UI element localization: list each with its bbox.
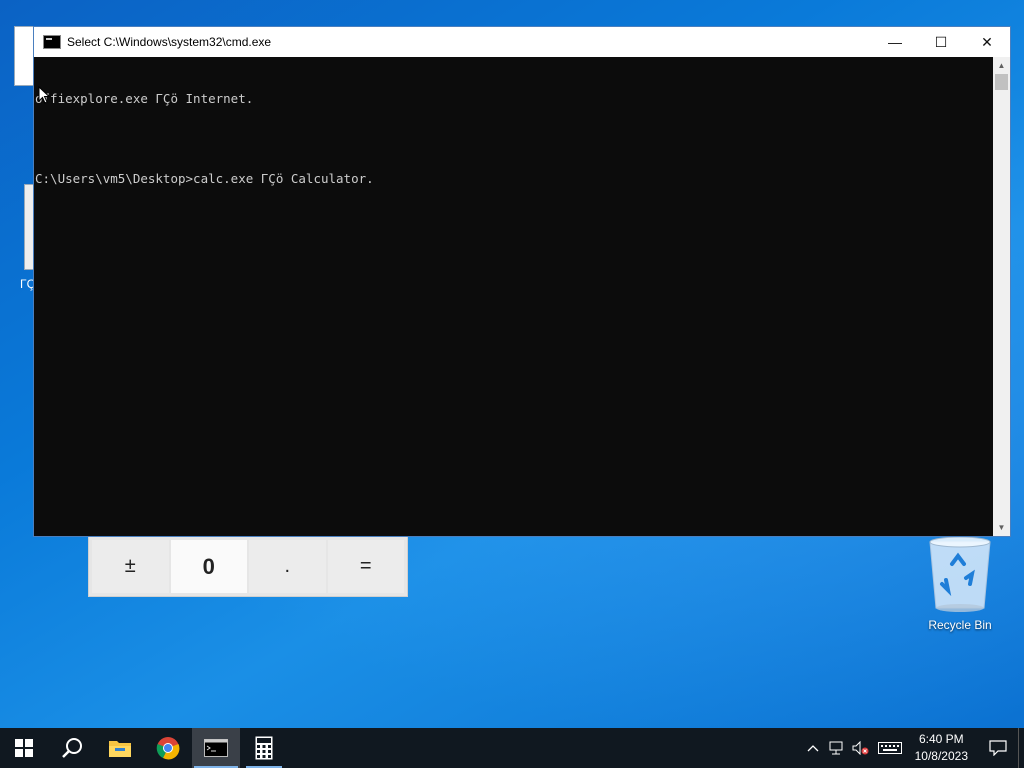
calc-decimal-button[interactable]: . bbox=[249, 540, 326, 593]
window-title: Select C:\Windows\system32\cmd.exe bbox=[67, 35, 272, 49]
scroll-down-icon[interactable]: ▼ bbox=[993, 519, 1010, 536]
console-line: C:\Users\vm5\Desktop>calc.exe ΓÇö Calcul… bbox=[35, 171, 374, 186]
notification-icon bbox=[989, 740, 1007, 756]
cmd-icon bbox=[204, 739, 228, 757]
taskbar-file-explorer[interactable] bbox=[96, 728, 144, 768]
taskbar-chrome[interactable] bbox=[144, 728, 192, 768]
taskbar: 6:40 PM 10/8/2023 bbox=[0, 728, 1024, 768]
mouse-cursor-icon bbox=[38, 86, 50, 104]
keyboard-icon[interactable] bbox=[873, 728, 907, 768]
clock[interactable]: 6:40 PM 10/8/2023 bbox=[915, 731, 968, 765]
calculator-window: ± 0 . = bbox=[88, 536, 408, 597]
close-button[interactable]: ✕ bbox=[964, 27, 1010, 57]
calc-negate-button[interactable]: ± bbox=[92, 540, 169, 593]
vertical-scrollbar[interactable]: ▲ ▼ bbox=[993, 57, 1010, 536]
clock-date: 10/8/2023 bbox=[914, 749, 968, 763]
taskbar-calculator[interactable] bbox=[240, 728, 288, 768]
clock-time: 6:40 PM bbox=[918, 732, 964, 746]
cmd-window[interactable]: Select C:\Windows\system32\cmd.exe — ☐ ✕… bbox=[33, 26, 1011, 537]
maximize-button[interactable]: ☐ bbox=[918, 27, 964, 57]
title-bar[interactable]: Select C:\Windows\system32\cmd.exe — ☐ ✕ bbox=[34, 27, 1010, 57]
chrome-icon bbox=[156, 737, 180, 760]
taskbar-cmd[interactable] bbox=[192, 728, 240, 768]
volume-muted-icon[interactable] bbox=[849, 728, 873, 768]
recycle-bin-icon bbox=[929, 536, 991, 612]
cmd-app-icon bbox=[43, 35, 61, 49]
file-explorer-icon bbox=[109, 741, 131, 757]
scroll-thumb[interactable] bbox=[995, 74, 1008, 90]
recycle-bin[interactable]: Recycle Bin bbox=[918, 534, 1002, 632]
calculator-icon bbox=[255, 736, 273, 760]
calc-zero-button[interactable]: 0 bbox=[170, 540, 247, 593]
console-output[interactable]: offiexplore.exe ΓÇö Internet. C:\Users\v… bbox=[34, 57, 993, 536]
console-line: offiexplore.exe ΓÇö Internet. bbox=[35, 91, 254, 106]
system-tray: 6:40 PM 10/8/2023 bbox=[801, 728, 1024, 768]
notifications-button[interactable] bbox=[978, 728, 1018, 768]
windows-start-icon bbox=[15, 739, 33, 757]
start-button[interactable] bbox=[0, 728, 48, 768]
network-icon[interactable] bbox=[825, 728, 849, 768]
recycle-bin-label: Recycle Bin bbox=[928, 618, 992, 632]
minimize-button[interactable]: — bbox=[872, 27, 918, 57]
search-button[interactable] bbox=[48, 728, 96, 768]
scroll-up-icon[interactable]: ▲ bbox=[993, 57, 1010, 74]
search-icon bbox=[62, 738, 82, 758]
show-desktop-button[interactable] bbox=[1018, 728, 1024, 768]
show-hidden-icons-chevron-up-icon[interactable] bbox=[801, 728, 825, 768]
calc-equals-button[interactable]: = bbox=[327, 540, 404, 593]
